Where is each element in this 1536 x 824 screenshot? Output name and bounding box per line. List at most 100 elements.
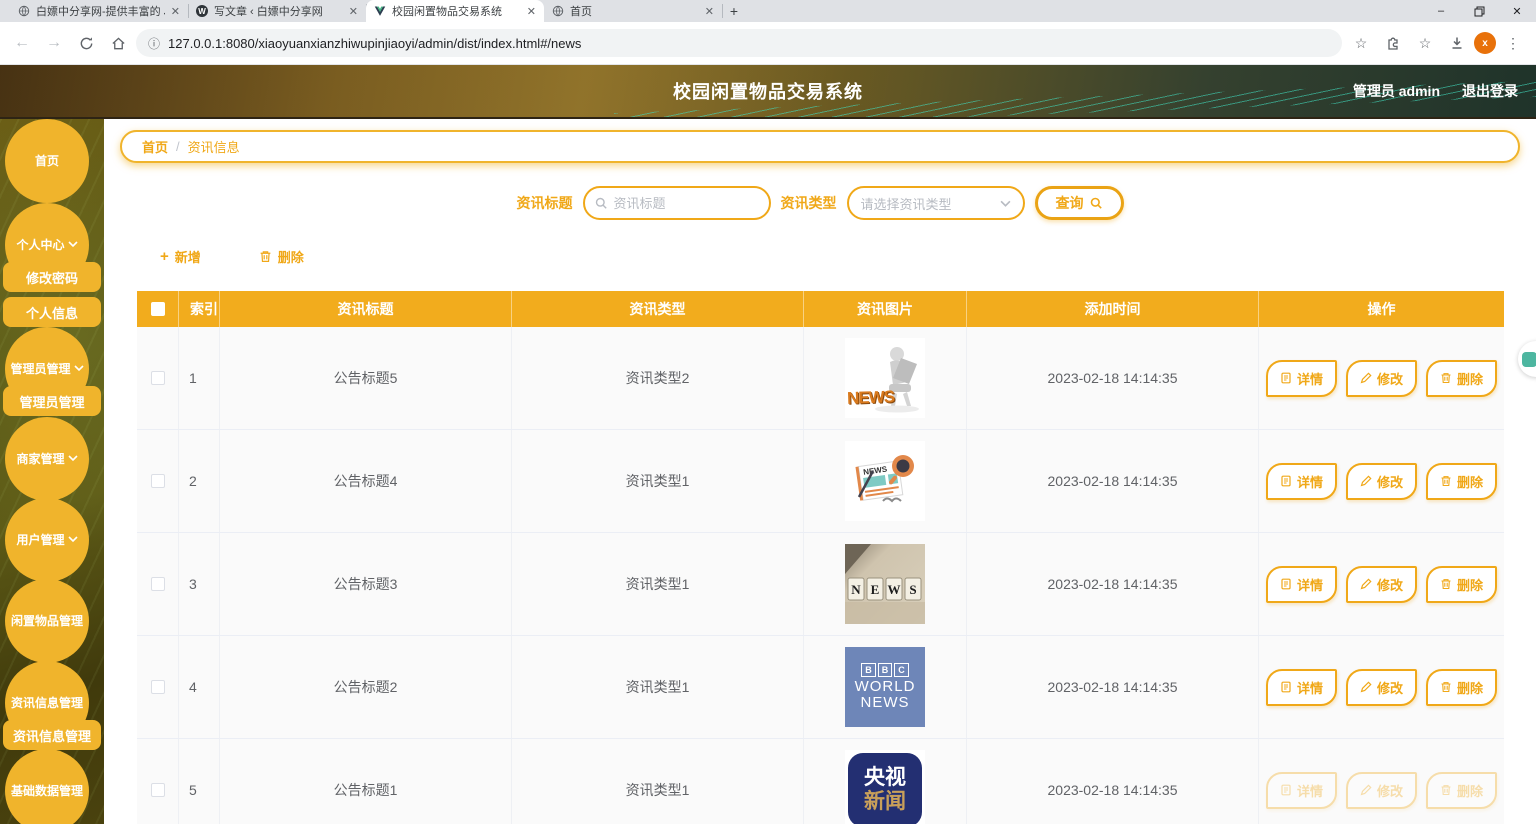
news-type-select[interactable]: 请选择资讯类型 [846, 186, 1025, 220]
restore-icon[interactable] [1460, 0, 1498, 22]
browser-tab-bar: 白嫖中分享网-提供丰富的 Java ✕ W 写文章 ‹ 白嫖中分享网 ✕ 校园闲… [0, 0, 1536, 22]
home-icon[interactable] [104, 29, 132, 57]
detail-button[interactable]: 详情 [1265, 771, 1337, 809]
row-checkbox[interactable] [150, 371, 165, 385]
site-info-icon[interactable]: ⓘ [148, 35, 160, 52]
sidebar-item-news-management-sub[interactable]: 资讯信息管理 [3, 720, 101, 750]
tab-title: 校园闲置物品交易系统 [392, 6, 502, 18]
chevron-down-icon [1000, 200, 1010, 207]
favorites-star-icon[interactable]: ☆ [1410, 29, 1440, 57]
tab-campus-system[interactable]: 校园闲置物品交易系统 ✕ [366, 0, 544, 22]
sidebar-item-base-data-management[interactable]: 基础数据管理 [5, 749, 89, 824]
edit-button[interactable]: 修改 [1345, 359, 1417, 397]
tab-title: 写文章 ‹ 白嫖中分享网 [214, 6, 323, 18]
sidebar-item-change-password[interactable]: 修改密码 [3, 262, 101, 292]
close-icon[interactable]: ✕ [705, 5, 714, 18]
col-index-header: 索引 [179, 291, 220, 327]
dice-letter: N [851, 582, 861, 597]
col-ops-header: 操作 [1367, 301, 1396, 317]
delete-button[interactable]: 删除 [1426, 668, 1498, 706]
batch-delete-button[interactable]: 删除 [259, 247, 304, 266]
row-index: 2 [179, 430, 220, 532]
breadcrumb-separator: / [176, 139, 180, 154]
table-row: 5 公告标题1 资讯类型1 央视 新闻 2023-02-18 14:14:35 … [137, 739, 1504, 824]
chrome-menu-icon[interactable]: ⋮ [1498, 29, 1528, 57]
bookmark-star-icon[interactable]: ☆ [1346, 29, 1376, 57]
logout-button[interactable]: 退出登录 [1462, 81, 1518, 101]
edit-button[interactable]: 修改 [1345, 668, 1417, 706]
profile-avatar[interactable]: x [1474, 32, 1496, 54]
new-tab-button[interactable]: + [722, 0, 746, 22]
select-all-checkbox[interactable] [150, 302, 165, 316]
sidebar-item-personal-info[interactable]: 个人信息 [3, 297, 101, 327]
tab-home[interactable]: 首页 ✕ [544, 0, 723, 22]
trash-icon [260, 251, 271, 262]
edit-button[interactable]: 修改 [1345, 565, 1417, 603]
detail-button[interactable]: 详情 [1265, 462, 1337, 500]
col-title-header: 资讯标题 [220, 291, 512, 327]
row-time: 2023-02-18 14:14:35 [967, 636, 1259, 738]
back-icon[interactable]: ← [8, 29, 36, 57]
table-row: 2 公告标题4 资讯类型1 NEWS 2023-02-18 14:14:35 详… [137, 430, 1504, 533]
row-time: 2023-02-18 14:14:35 [967, 533, 1259, 635]
col-type-header: 资讯类型 [512, 291, 804, 327]
row-checkbox[interactable] [150, 577, 165, 591]
search-icon [1090, 197, 1102, 209]
table-row: 3 公告标题3 资讯类型1 N E W S 2023-02-18 14:14:3… [137, 533, 1504, 636]
row-type: 资讯类型1 [512, 739, 804, 824]
close-icon[interactable]: ✕ [527, 5, 536, 18]
delete-button[interactable]: 删除 [1426, 565, 1498, 603]
row-index: 4 [179, 636, 220, 738]
tab-write-post[interactable]: W 写文章 ‹ 白嫖中分享网 ✕ [188, 0, 367, 22]
sidebar-item-home[interactable]: 首页 [5, 119, 89, 203]
add-button[interactable]: + 新增 [160, 247, 201, 266]
row-index: 1 [179, 327, 220, 429]
extensions-icon[interactable] [1378, 29, 1408, 57]
page-title: 校园闲置物品交易系统 [673, 82, 863, 102]
breadcrumb-home-link[interactable]: 首页 [142, 137, 168, 156]
row-checkbox[interactable] [150, 474, 165, 488]
news-table: 索引 资讯标题 资讯类型 资讯图片 添加时间 操作 1 公告标题5 资讯类型2 [137, 291, 1504, 824]
row-type: 资讯类型1 [512, 430, 804, 532]
sidebar-item-merchant-management[interactable]: 商家管理 [5, 417, 89, 501]
row-checkbox[interactable] [150, 783, 165, 797]
forward-icon[interactable]: → [40, 29, 68, 57]
floating-widget-button[interactable] [1518, 341, 1536, 377]
delete-button[interactable]: 删除 [1426, 771, 1498, 809]
sidebar-item-idle-goods-management[interactable]: 闲置物品管理 [5, 579, 89, 663]
search-form: 资讯标题 资讯类型 请选择资讯类型 查询 [104, 186, 1536, 220]
close-icon[interactable]: ✕ [171, 5, 180, 18]
query-button[interactable]: 查询 [1034, 186, 1124, 220]
delete-button[interactable]: 删除 [1426, 359, 1498, 397]
news-type-label: 资讯类型 [780, 195, 837, 211]
close-window-icon[interactable]: ✕ [1498, 0, 1536, 22]
news-title-input[interactable] [613, 195, 759, 211]
download-icon[interactable] [1442, 29, 1472, 57]
news-image-cctv: 央视 新闻 [845, 750, 925, 824]
detail-button[interactable]: 详情 [1265, 359, 1337, 397]
row-checkbox[interactable] [150, 680, 165, 694]
row-title: 公告标题2 [220, 636, 512, 738]
edit-button[interactable]: 修改 [1345, 462, 1417, 500]
vue-icon [374, 5, 386, 17]
detail-button[interactable]: 详情 [1265, 565, 1337, 603]
chevron-down-icon [67, 452, 78, 466]
col-time-header: 添加时间 [967, 291, 1259, 327]
sidebar-item-admin-management-sub[interactable]: 管理员管理 [3, 386, 101, 416]
row-time: 2023-02-18 14:14:35 [967, 327, 1259, 429]
row-index: 5 [179, 739, 220, 824]
close-icon[interactable]: ✕ [349, 5, 358, 18]
reload-icon[interactable] [72, 29, 100, 57]
row-index: 3 [179, 533, 220, 635]
row-title: 公告标题3 [220, 533, 512, 635]
url-input[interactable]: ⓘ 127.0.0.1:8080/xiaoyuanxianzhiwupinjia… [136, 29, 1342, 57]
row-type: 资讯类型2 [512, 327, 804, 429]
sidebar-item-user-management[interactable]: 用户管理 [5, 498, 89, 582]
tab-share-site[interactable]: 白嫖中分享网-提供丰富的 Java ✕ [10, 0, 189, 22]
news-title-label: 资讯标题 [516, 195, 573, 211]
delete-button[interactable]: 删除 [1426, 462, 1498, 500]
minimize-icon[interactable]: – [1422, 0, 1460, 22]
detail-button[interactable]: 详情 [1265, 668, 1337, 706]
edit-button[interactable]: 修改 [1345, 771, 1417, 809]
sidebar: 首页 个人中心 修改密码 个人信息 管理员管理 管理员管理 商家管理 用户管理 … [0, 119, 104, 824]
